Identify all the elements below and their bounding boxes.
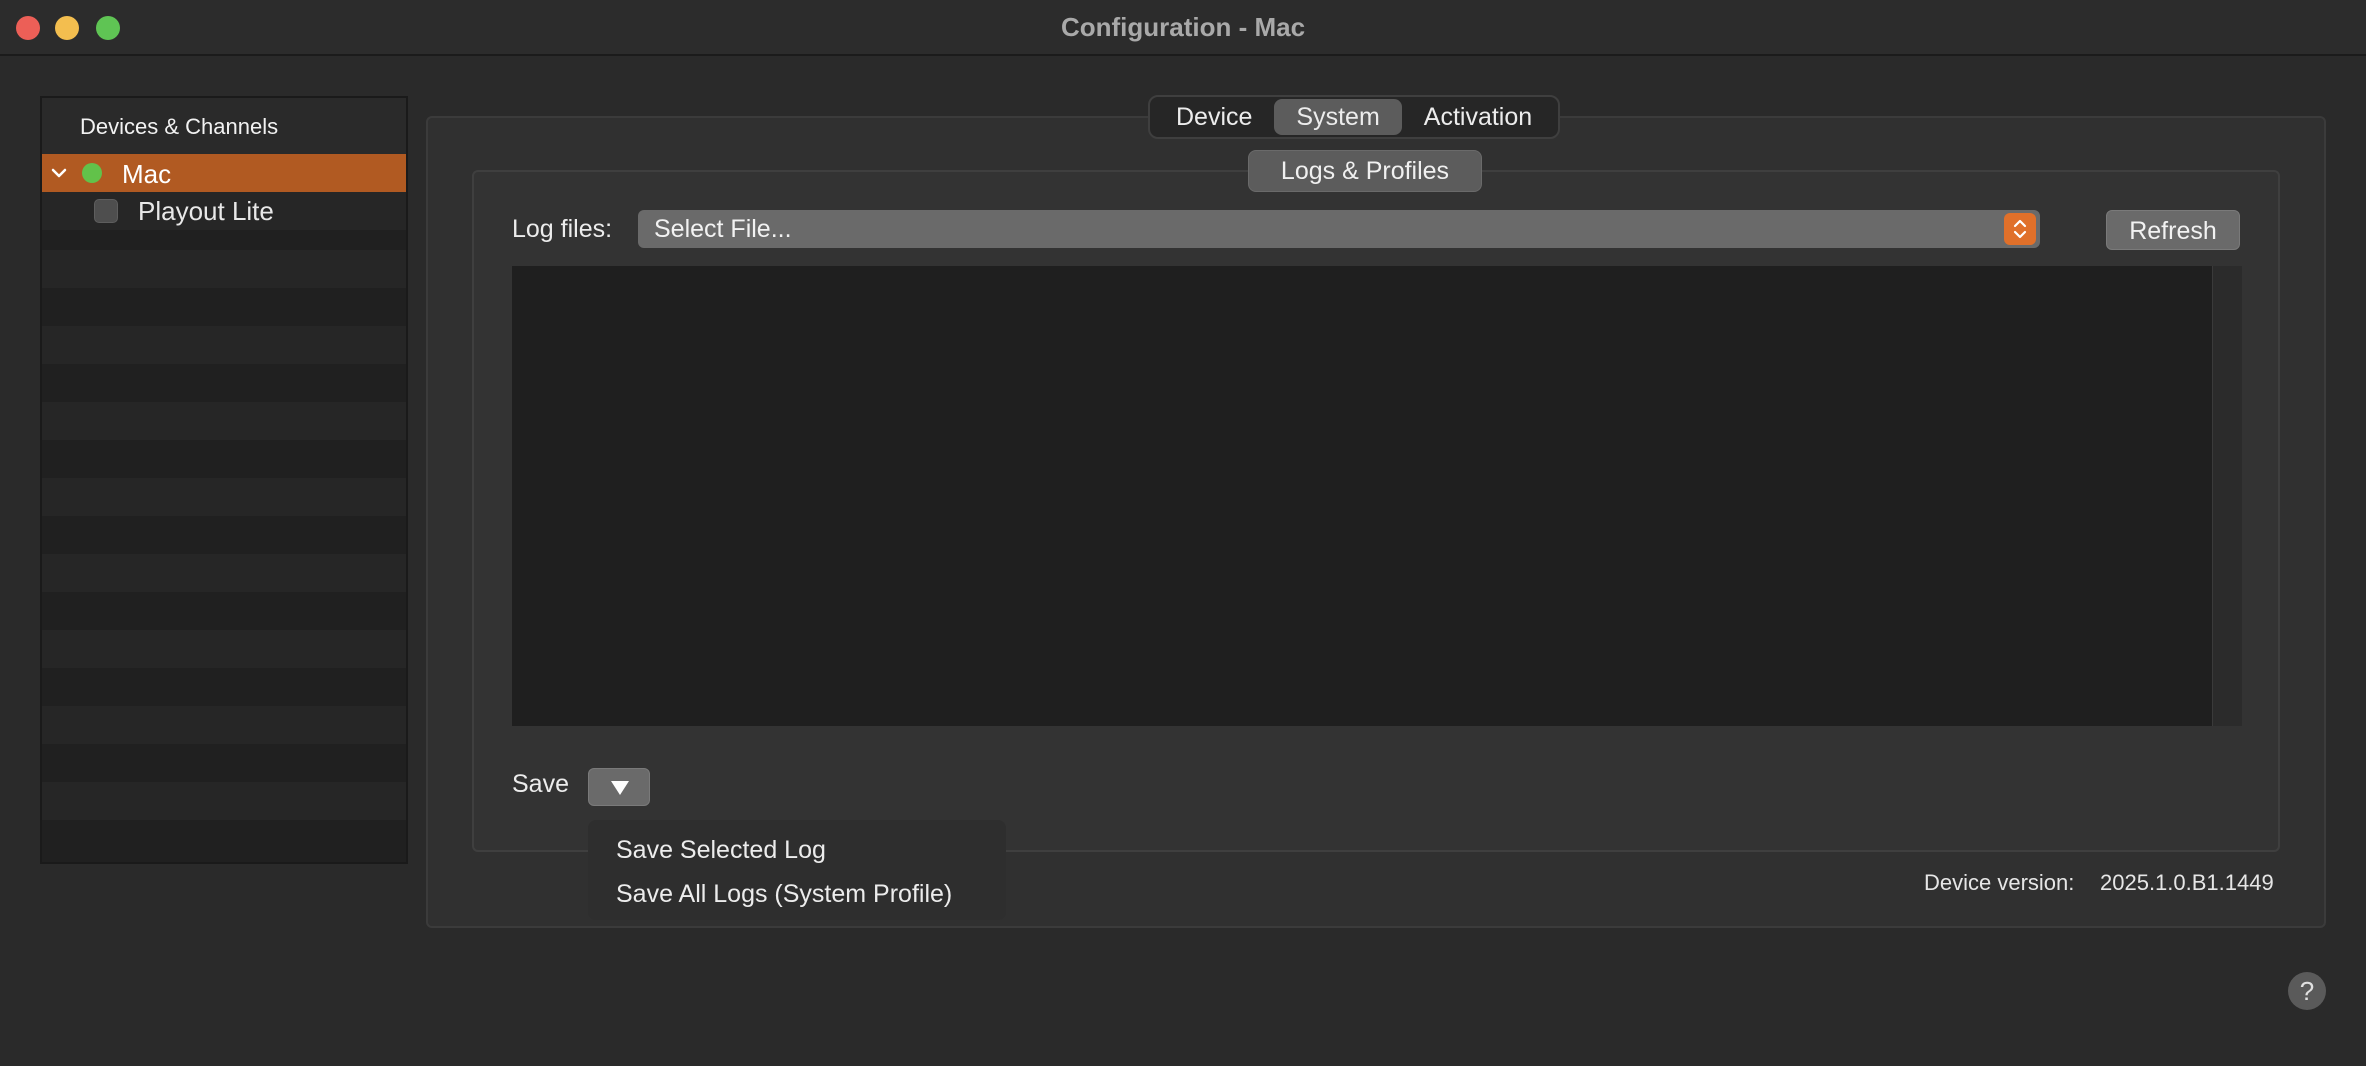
window-title: Configuration - Mac [1060,12,1306,42]
status-dot-icon [82,163,102,183]
title-bar: Configuration - Mac [0,0,2366,56]
sidebar-header[interactable]: Devices & Channels [42,98,406,154]
popup-stepper-icon[interactable] [2004,213,2036,245]
save-label: Save [512,770,569,798]
log-file-select[interactable]: Select File... [638,210,2040,248]
tab-activation[interactable]: Activation [1402,99,1554,135]
section-tab-logs-profiles[interactable]: Logs & Profiles [1248,150,1482,192]
tab-system[interactable]: System [1274,99,1402,135]
save-dropdown-menu: Save Selected Log Save All Logs (System … [588,820,1006,920]
log-scrollbar[interactable] [2212,266,2242,726]
chevron-down-icon[interactable] [50,164,68,182]
device-version-label: Device version: [1924,870,2075,895]
log-files-label: Log files: [512,215,613,243]
triangle-down-icon [611,781,629,795]
sidebar-item-label: Mac [122,159,172,189]
log-file-select-value: Select File... [654,215,792,243]
channel-checkbox[interactable] [94,199,118,223]
sidebar-header-label: Devices & Channels [80,114,279,139]
save-menu-button[interactable] [588,768,650,806]
tab-bar: Device System Activation [1148,95,1561,139]
menu-item-save-selected-log[interactable]: Save Selected Log [616,836,826,865]
log-text-area[interactable] [512,266,2212,726]
sidebar-item-playout-lite[interactable]: Playout Lite [42,192,406,230]
device-version-value: 2025.1.0.B1.1449 [2100,870,2274,895]
menu-item-save-all-logs[interactable]: Save All Logs (System Profile) [616,880,952,909]
sidebar-item-label: Playout Lite [138,196,274,226]
tab-device[interactable]: Device [1154,99,1274,135]
devices-sidebar: Devices & Channels Mac Playout Lite [40,96,408,864]
refresh-button[interactable]: Refresh [2106,210,2240,250]
sidebar-item-mac[interactable]: Mac [42,154,406,192]
help-button[interactable]: ? [2288,972,2326,1010]
